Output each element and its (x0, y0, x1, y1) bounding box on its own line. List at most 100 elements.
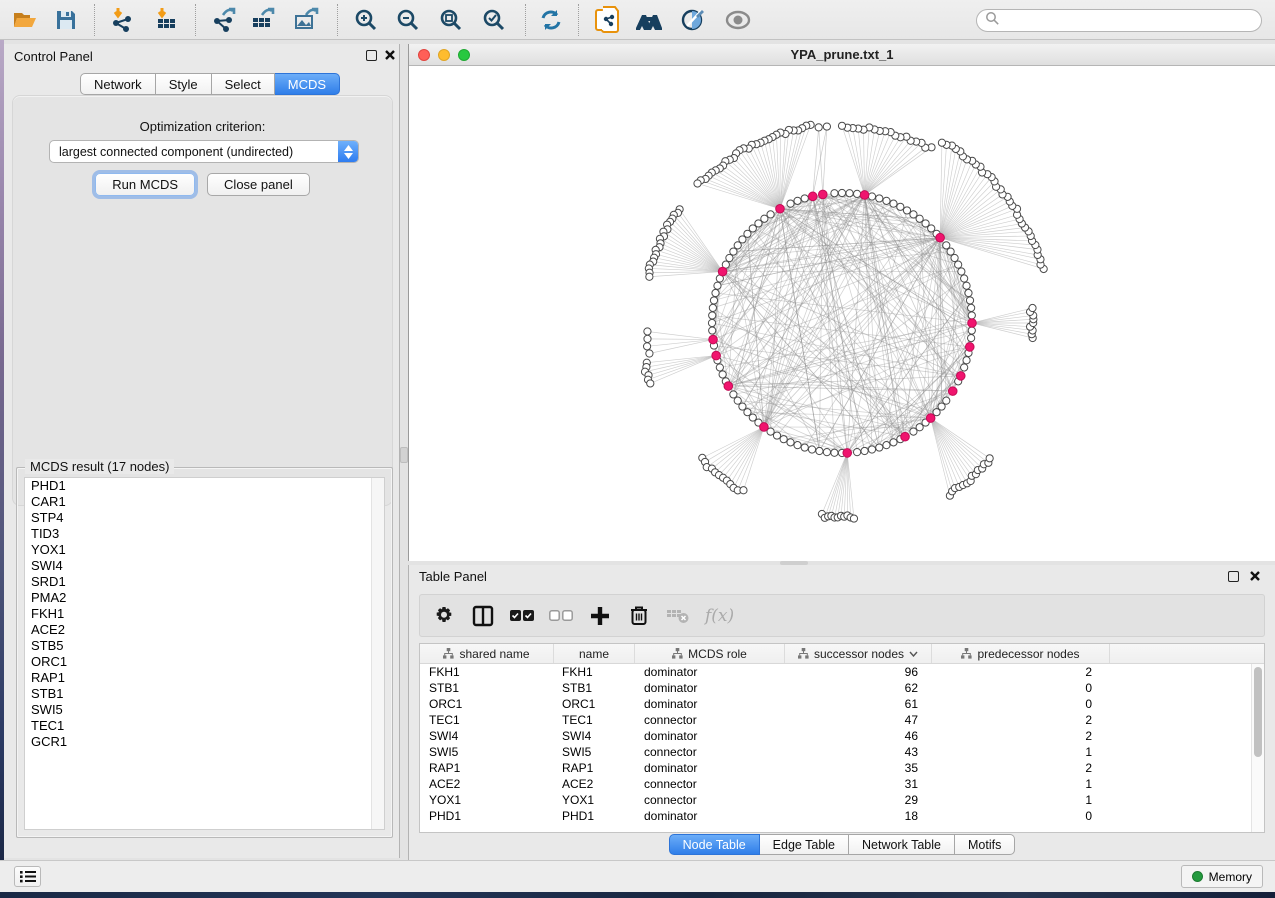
mcds-result-list[interactable]: PHD1CAR1STP4TID3YOX1SWI4SRD1PMA2FKH1ACE2… (24, 477, 385, 830)
cell-successor-nodes[interactable]: 18 (785, 809, 932, 823)
graph-node[interactable] (714, 282, 721, 289)
cell-shared-name[interactable]: YOX1 (420, 793, 554, 807)
graph-hub-node[interactable] (818, 190, 827, 199)
cell-predecessor-nodes[interactable]: 1 (932, 745, 1110, 759)
graph-node[interactable] (823, 123, 830, 130)
unselect-all-icon[interactable] (549, 604, 573, 628)
graph-node[interactable] (838, 189, 845, 196)
graph-hub-node[interactable] (709, 335, 718, 344)
open-file-icon[interactable] (8, 3, 42, 37)
mcds-result-item[interactable]: PMA2 (25, 590, 384, 606)
graph-hub-node[interactable] (860, 191, 869, 200)
graph-node[interactable] (709, 312, 716, 319)
cell-shared-name[interactable]: STB1 (420, 681, 554, 695)
graph-node[interactable] (961, 275, 968, 282)
mcds-result-item[interactable]: SWI4 (25, 558, 384, 574)
graph-node[interactable] (710, 297, 717, 304)
delete-table-icon[interactable] (666, 604, 690, 628)
graph-node[interactable] (719, 371, 726, 378)
export-network-icon[interactable] (207, 3, 241, 37)
graph-node[interactable] (943, 397, 950, 404)
mcds-result-item[interactable]: YOX1 (25, 542, 384, 558)
cell-predecessor-nodes[interactable]: 0 (932, 697, 1110, 711)
cell-name[interactable]: SWI5 (554, 745, 635, 759)
cell-mcds-role[interactable]: connector (635, 793, 785, 807)
task-history-button[interactable] (14, 866, 41, 887)
graph-node[interactable] (938, 139, 945, 146)
search-input[interactable] (1000, 14, 1261, 28)
graph-node[interactable] (961, 364, 968, 371)
graph-node[interactable] (986, 455, 993, 462)
network-file-icon[interactable] (590, 3, 624, 37)
cell-mcds-role[interactable]: dominator (635, 681, 785, 695)
table-options-gear-icon[interactable] (432, 604, 456, 628)
show-columns-icon[interactable] (471, 604, 495, 628)
cell-name[interactable]: FKH1 (554, 665, 635, 679)
cell-mcds-role[interactable]: connector (635, 777, 785, 791)
mcds-result-item[interactable]: CAR1 (25, 494, 384, 510)
tab-select[interactable]: Select (212, 73, 275, 95)
graph-node[interactable] (709, 327, 716, 334)
graph-node[interactable] (646, 273, 653, 280)
tab-edge-table[interactable]: Edge Table (760, 834, 849, 855)
cell-predecessor-nodes[interactable]: 2 (932, 729, 1110, 743)
add-row-icon[interactable] (588, 604, 612, 628)
graph-node[interactable] (726, 254, 733, 261)
cell-name[interactable]: PHD1 (554, 809, 635, 823)
graph-node[interactable] (883, 197, 890, 204)
zoom-out-icon[interactable] (391, 3, 425, 37)
cell-name[interactable]: TEC1 (554, 713, 635, 727)
cell-shared-name[interactable]: SWI5 (420, 745, 554, 759)
cell-predecessor-nodes[interactable]: 2 (932, 665, 1110, 679)
search-binoculars-icon[interactable] (632, 3, 666, 37)
cell-predecessor-nodes[interactable]: 1 (932, 777, 1110, 791)
vertical-splitter[interactable] (400, 44, 408, 858)
graph-node[interactable] (861, 447, 868, 454)
graph-node[interactable] (853, 449, 860, 456)
graph-hub-node[interactable] (956, 372, 965, 381)
graph-node[interactable] (968, 304, 975, 311)
graph-node[interactable] (709, 304, 716, 311)
cell-successor-nodes[interactable]: 62 (785, 681, 932, 695)
memory-button[interactable]: Memory (1181, 865, 1263, 888)
tab-style[interactable]: Style (156, 73, 212, 95)
graph-node[interactable] (643, 343, 650, 350)
cell-successor-nodes[interactable]: 35 (785, 761, 932, 775)
graph-hub-node[interactable] (965, 343, 974, 352)
graph-hub-node[interactable] (724, 382, 733, 391)
table-row[interactable]: ORC1ORC1dominator610 (420, 696, 1264, 712)
mcds-result-item[interactable]: SRD1 (25, 574, 384, 590)
graph-node[interactable] (903, 207, 910, 214)
cell-successor-nodes[interactable]: 29 (785, 793, 932, 807)
graph-node[interactable] (831, 190, 838, 197)
cell-mcds-role[interactable]: connector (635, 745, 785, 759)
graph-node[interactable] (910, 211, 917, 218)
graph-node[interactable] (963, 357, 970, 364)
table-row[interactable]: RAP1RAP1dominator352 (420, 760, 1264, 776)
mcds-result-item[interactable]: GCR1 (25, 734, 384, 750)
zoom-fit-icon[interactable] (434, 3, 468, 37)
mcds-result-item[interactable]: ORC1 (25, 654, 384, 670)
graph-node[interactable] (890, 200, 897, 207)
cell-mcds-role[interactable]: dominator (635, 697, 785, 711)
tab-motifs[interactable]: Motifs (955, 834, 1015, 855)
cell-successor-nodes[interactable]: 61 (785, 697, 932, 711)
apply-layout-icon[interactable] (534, 3, 568, 37)
column-header-predecessor-nodes[interactable]: predecessor nodes (932, 644, 1110, 663)
cell-predecessor-nodes[interactable]: 0 (932, 809, 1110, 823)
graph-node[interactable] (951, 254, 958, 261)
cell-name[interactable]: STB1 (554, 681, 635, 695)
graph-node[interactable] (730, 248, 737, 255)
cell-mcds-role[interactable]: dominator (635, 729, 785, 743)
float-panel-icon[interactable] (366, 50, 377, 61)
graph-hub-node[interactable] (776, 204, 785, 213)
mcds-result-item[interactable]: SWI5 (25, 702, 384, 718)
graph-node[interactable] (868, 193, 875, 200)
column-header-name[interactable]: name (554, 644, 635, 663)
column-header-shared-name[interactable]: shared name (420, 644, 554, 663)
graph-node[interactable] (963, 282, 970, 289)
mcds-list-scrollbar[interactable] (371, 478, 384, 829)
table-row[interactable]: STB1STB1dominator620 (420, 680, 1264, 696)
select-all-icon[interactable] (510, 604, 534, 628)
graph-node[interactable] (958, 268, 965, 275)
